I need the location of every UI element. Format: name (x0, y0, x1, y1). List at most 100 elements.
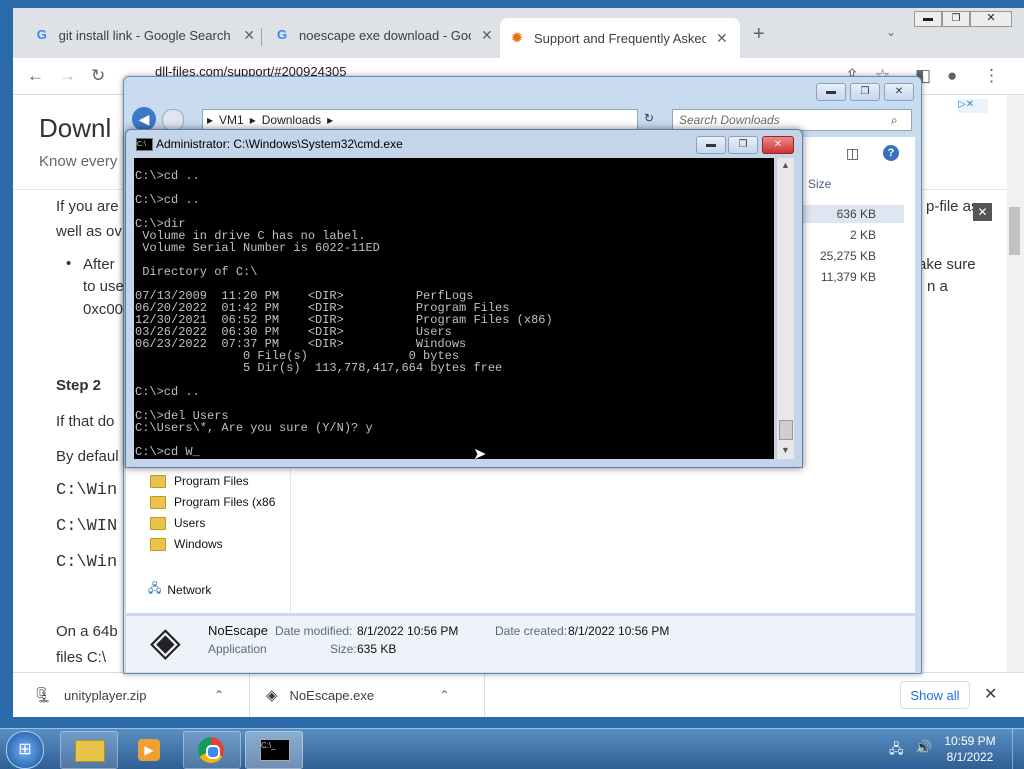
details-pane: ◈ NoEscape Application Date modified: 8/… (126, 615, 915, 672)
minimize-icon[interactable]: ▬ (816, 83, 846, 101)
paragraph-text: By defaul (56, 448, 119, 465)
reload-icon[interactable]: ↻ (91, 66, 105, 86)
details-file-name: NoEscape (208, 623, 268, 638)
scroll-down-icon[interactable]: ▼ (781, 445, 790, 455)
taskbar-explorer[interactable] (60, 731, 118, 769)
page-subheading: Know every (39, 153, 118, 170)
cmd-console[interactable]: C:\>cd .. C:\>cd .. C:\>dir Volume in dr… (134, 158, 774, 459)
google-icon: G (276, 27, 288, 42)
bullet-text: 0xc00 (83, 301, 124, 318)
cmd-scroll-thumb[interactable] (779, 420, 793, 440)
details-created-label: Date created: (495, 624, 568, 638)
forward-icon[interactable] (162, 109, 184, 131)
show-desktop-button[interactable] (1012, 729, 1024, 769)
google-icon: G (36, 27, 47, 42)
search-icon[interactable]: ⌕ (891, 113, 898, 128)
bullet-text: ake sure (918, 256, 976, 273)
paragraph-text: p-file as (926, 198, 979, 215)
download-item-unityplayer[interactable]: 🗜 unityplayer.zip ⌃ (13, 673, 250, 717)
tab-support-faq[interactable]: ✹ Support and Frequently Asked Q ✕ (500, 18, 740, 58)
ad-choices-icon[interactable]: ▷✕ (958, 99, 988, 113)
step-heading: Step 2 (56, 377, 102, 394)
tab-title: git install link - Google Search (58, 27, 231, 43)
taskbar: ⊞ ▶ C:\_ 🖧 🔊 10:59 PM 8/1/2022 (0, 728, 1024, 769)
zip-file-icon: 🗜 (33, 687, 53, 704)
close-ad-icon[interactable]: ✕ (973, 203, 992, 221)
breadcrumb-item[interactable]: Downloads (262, 113, 321, 127)
paragraph-text: files C:\ (56, 649, 107, 666)
start-button-icon[interactable]: ⊞ (6, 731, 44, 769)
close-window-icon[interactable]: ✕ (884, 83, 914, 101)
close-tab-icon[interactable]: ✕ (243, 27, 255, 44)
search-placeholder: Search Downloads (679, 113, 780, 127)
size-column-header[interactable]: Size (808, 177, 831, 191)
tab-git-install[interactable]: G git install link - Google Search ✕ (25, 20, 255, 50)
back-icon[interactable]: ◀ (132, 107, 156, 131)
profile-icon[interactable]: ● (947, 66, 957, 86)
details-modified-value: 8/1/2022 10:56 PM (357, 624, 459, 638)
close-download-bar-icon[interactable]: ✕ (984, 684, 997, 704)
folder-icon (150, 495, 166, 509)
nav-item-users[interactable]: Users (150, 516, 205, 530)
details-size-value: 635 KB (357, 642, 397, 656)
taskbar-cmd[interactable]: C:\_ (245, 731, 303, 769)
cmd-window: C:\ Administrator: C:\Windows\System32\c… (125, 129, 803, 468)
download-item-noescape[interactable]: ◈ NoEscape.exe ⌃ (250, 673, 485, 717)
tab-title: Support and Frequently Asked Q (534, 30, 706, 46)
minimize-icon[interactable]: ▬ (696, 136, 726, 154)
back-arrow-icon[interactable]: ← (27, 66, 44, 86)
bullet-text: After (83, 256, 115, 273)
chevron-up-icon[interactable]: ⌃ (440, 688, 450, 702)
tab-search-chevron-icon[interactable]: ⌄ (886, 25, 896, 39)
file-size: 636 KB (836, 207, 876, 221)
breadcrumb-item[interactable]: VM1 (219, 113, 244, 127)
page-heading: Downl (39, 113, 112, 143)
taskbar-media-player[interactable]: ▶ (121, 731, 179, 769)
volume-icon[interactable]: 🔊 (915, 739, 932, 756)
clock[interactable]: 10:59 PM 8/1/2022 (940, 733, 1000, 765)
cmd-scrollbar[interactable]: ▲ ▼ (776, 158, 794, 459)
cmd-title: Administrator: C:\Windows\System32\cmd.e… (156, 137, 403, 151)
tab-noescape-search[interactable]: G noescape exe download - Googl ✕ (265, 20, 497, 50)
explorer-address-bar[interactable]: ▸ VM1 ▸ Downloads ▸ (202, 109, 638, 131)
close-tab-icon[interactable]: ✕ (716, 30, 728, 47)
show-all-button[interactable]: Show all (900, 681, 970, 709)
details-size-label: Size: (330, 642, 357, 656)
chevron-up-icon[interactable]: ⌃ (214, 688, 224, 702)
paragraph-text: If that do (56, 413, 115, 430)
file-size: 11,379 KB (820, 270, 876, 284)
forward-arrow-icon[interactable]: → (59, 66, 76, 86)
download-filename: unityplayer.zip (64, 687, 147, 703)
restore-icon[interactable]: ❐ (850, 83, 880, 101)
nav-item-program-files[interactable]: Program Files (150, 474, 249, 488)
nav-item-network[interactable]: 🖧 Network (148, 579, 211, 600)
folder-icon (150, 537, 166, 551)
file-size: 25,275 KB (819, 249, 876, 263)
minimize-icon[interactable]: ▬ (914, 11, 942, 27)
refresh-icon[interactable]: ↻ (644, 111, 654, 125)
path-code: C:\WIN (56, 517, 118, 536)
restore-icon[interactable]: ❐ (728, 136, 758, 154)
new-tab-icon[interactable]: + (753, 23, 765, 46)
scroll-up-icon[interactable]: ▲ (781, 160, 790, 170)
bullet-text: to use (83, 278, 124, 295)
close-window-icon[interactable]: ✕ (970, 11, 1012, 27)
page-scrollbar[interactable] (1007, 95, 1024, 672)
close-window-icon[interactable]: ✕ (762, 136, 794, 154)
paragraph-text: well as ov (56, 223, 122, 240)
clock-date: 8/1/2022 (946, 750, 994, 764)
close-tab-icon[interactable]: ✕ (481, 27, 493, 44)
nav-item-windows[interactable]: Windows (150, 537, 223, 551)
page-scroll-thumb[interactable] (1009, 207, 1020, 255)
breadcrumb-arrow-icon: ▸ (327, 113, 334, 127)
tab-separator (261, 28, 262, 46)
folder-icon: ▸ (207, 113, 214, 127)
explorer-search-input[interactable]: Search Downloads ⌕ (672, 109, 912, 131)
menu-icon[interactable]: ⋮ (983, 66, 1000, 86)
taskbar-chrome[interactable] (183, 731, 241, 769)
network-tray-icon[interactable]: 🖧 (889, 740, 904, 762)
restore-icon[interactable]: ❐ (942, 11, 970, 27)
path-code: C:\Win (56, 481, 118, 500)
media-player-icon: ▶ (138, 739, 160, 761)
nav-item-program-files-x86[interactable]: Program Files (x86 (150, 495, 275, 509)
